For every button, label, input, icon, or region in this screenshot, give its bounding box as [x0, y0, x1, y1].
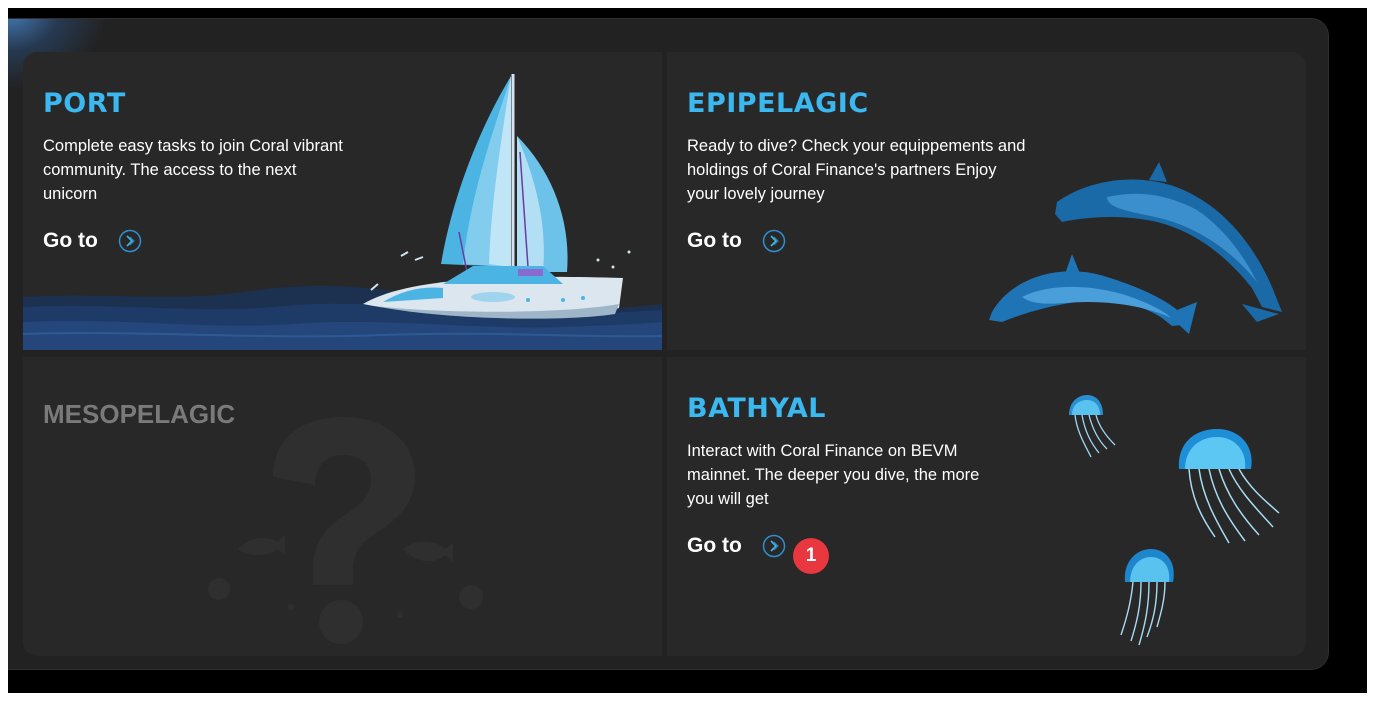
bathyal-go-to-button[interactable]: Go to [687, 534, 786, 558]
chevron-right-circle-icon[interactable] [118, 229, 142, 253]
step-badge: 1 [793, 538, 829, 574]
card-description: Ready to dive? Check your equippements a… [687, 137, 1026, 203]
card-title: EPIPELAGIC [687, 88, 869, 119]
card-description: Complete easy tasks to join Coral vibran… [43, 137, 343, 203]
card-port: PORT Complete easy tasks to join Coral v… [23, 52, 662, 350]
card-epipelagic: EPIPELAGIC Ready to dive? Check your equ… [667, 52, 1306, 350]
go-to-label: Go to [687, 534, 742, 557]
card-title: MESOPELAGIC [43, 399, 236, 429]
chevron-right-circle-icon[interactable] [762, 229, 786, 253]
card-mesopelagic: MESOPELAGIC [23, 357, 662, 656]
chevron-right-circle-icon[interactable] [762, 534, 786, 558]
card-title: BATHYAL [687, 393, 826, 424]
app-frame: PORT Complete easy tasks to join Coral v… [8, 8, 1367, 693]
card-title: PORT [43, 88, 126, 119]
epipelagic-go-to-button[interactable]: Go to [687, 229, 786, 253]
port-go-to-button[interactable]: Go to [43, 229, 142, 253]
zones-panel: PORT Complete easy tasks to join Coral v… [8, 18, 1329, 670]
card-bathyal: BATHYAL Interact with Coral Finance on B… [667, 357, 1306, 656]
card-description: Interact with Coral Finance on BEVM main… [687, 442, 980, 508]
go-to-label: Go to [687, 229, 742, 252]
go-to-label: Go to [43, 229, 98, 252]
